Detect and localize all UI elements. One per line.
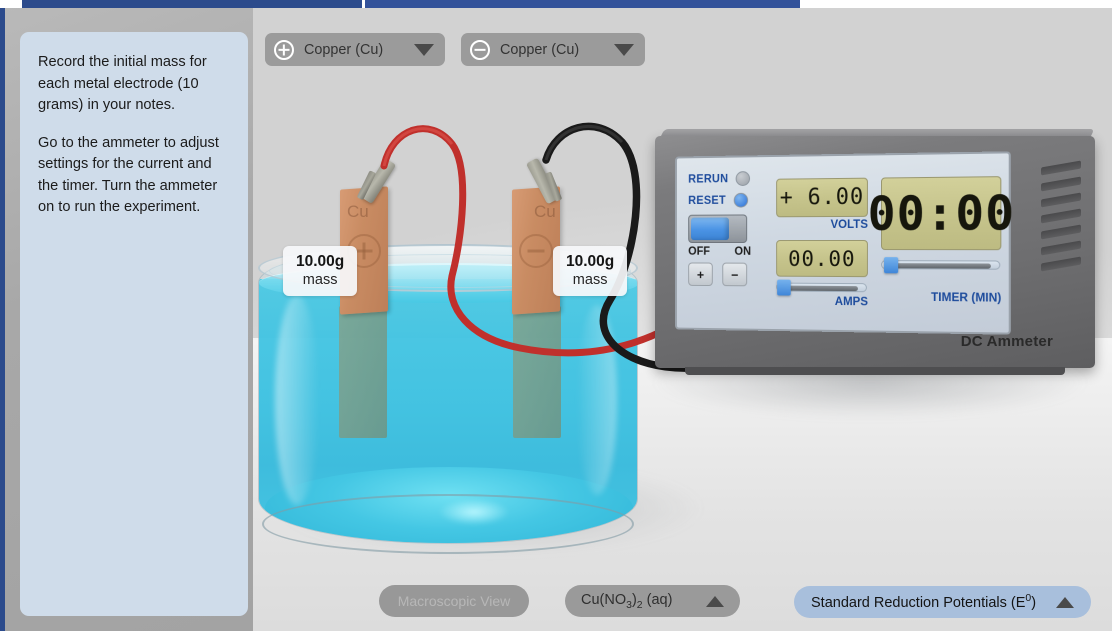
cathode-submerged-part	[513, 306, 561, 438]
cathode-electrode-selector[interactable]: Copper (Cu)	[461, 33, 645, 66]
ammeter-vents	[1041, 160, 1083, 304]
reset-control[interactable]: RESET	[688, 192, 764, 208]
power-toggle-switch[interactable]	[688, 214, 748, 243]
power-toggle-labels: OFF ON	[688, 246, 751, 258]
timer-slider-knob[interactable]	[884, 257, 899, 274]
chevron-up-icon	[706, 595, 724, 607]
simulation-stage: Record the initial mass for each metal e…	[0, 8, 1112, 631]
ammeter-terminals: + −	[688, 262, 764, 287]
on-label: ON	[734, 245, 752, 258]
chevron-down-icon	[414, 43, 434, 56]
macroscopic-view-button[interactable]: Macroscopic View	[379, 585, 529, 617]
vent-slot	[1041, 208, 1081, 224]
amps-display: 00.00	[776, 239, 868, 278]
power-toggle-knob[interactable]	[691, 217, 729, 241]
dc-ammeter: RERUN RESET OFF ON + − + 6.00 VOLTS 00.0…	[655, 129, 1095, 375]
anode-mass-unit: mass	[302, 272, 338, 288]
solution-label: Cu(NO3)2 (aq)	[581, 591, 673, 611]
cathode-mass-readout: 10.00g mass	[553, 246, 628, 296]
off-label: OFF	[688, 245, 710, 258]
vent-slot	[1041, 176, 1081, 192]
anode-electrode-selector[interactable]: Copper (Cu)	[265, 33, 445, 66]
rerun-label: RERUN	[688, 172, 729, 186]
solution-selector-button[interactable]: Cu(NO3)2 (aq)	[565, 585, 740, 617]
reset-button[interactable]	[733, 192, 748, 208]
timer-slider[interactable]	[881, 257, 1001, 274]
chevron-down-icon	[614, 43, 634, 56]
cathode-selector-label: Copper (Cu)	[500, 41, 580, 58]
ammeter-device-label: DC Ammeter	[960, 333, 1053, 350]
browser-tab-active[interactable]	[22, 0, 362, 8]
reset-label: RESET	[688, 194, 726, 207]
amps-slider-knob[interactable]	[777, 279, 791, 296]
left-accent-rail	[0, 8, 5, 631]
instruction-paragraph-2: Go to the ammeter to adjust settings for…	[38, 134, 219, 216]
amps-label: AMPS	[834, 295, 868, 309]
cathode-material-symbol: Cu	[534, 202, 556, 221]
positive-terminal[interactable]: +	[688, 262, 713, 287]
rerun-control[interactable]: RERUN	[688, 171, 764, 187]
vent-slot	[1041, 256, 1081, 272]
rerun-button[interactable]	[736, 171, 751, 187]
browser-tab-secondary[interactable]	[365, 0, 800, 8]
plus-circle-icon	[274, 39, 294, 60]
browser-tab-strip	[0, 0, 1112, 8]
timer-slider-rod	[890, 263, 991, 269]
chevron-up-icon	[1056, 596, 1074, 608]
volts-label: VOLTS	[830, 218, 868, 232]
beaker-highlight-right	[577, 305, 617, 495]
minus-circle-icon	[470, 39, 490, 60]
instruction-paragraph-1: Record the initial mass for each metal e…	[38, 54, 207, 113]
timer-label: TIMER (MIN)	[931, 291, 1002, 305]
ammeter-control-column: RERUN RESET OFF ON + −	[688, 171, 764, 287]
beaker-base	[262, 494, 634, 554]
cathode-charge-icon	[519, 234, 553, 268]
ammeter-front-panel: RERUN RESET OFF ON + − + 6.00 VOLTS 00.0…	[675, 151, 1015, 335]
macroscopic-view-label: Macroscopic View	[397, 593, 511, 609]
anode-submerged-part	[339, 306, 387, 438]
timer-display: 00:00	[868, 176, 1015, 251]
amps-slider[interactable]	[776, 279, 867, 296]
vent-slot	[1041, 192, 1081, 208]
cathode-mass-unit: mass	[572, 272, 608, 288]
ammeter-foot	[685, 367, 1065, 375]
anode-material-symbol: Cu	[347, 202, 369, 221]
srp-label: Standard Reduction Potentials (E0)	[811, 593, 1037, 611]
anode-mass-value: 10.00g	[296, 253, 345, 270]
anode-selector-label: Copper (Cu)	[304, 41, 384, 58]
negative-terminal[interactable]: −	[722, 262, 748, 287]
volts-display: + 6.00	[776, 177, 868, 218]
amps-slider-rod	[784, 285, 858, 292]
instruction-panel: Record the initial mass for each metal e…	[20, 32, 248, 616]
vent-slot	[1041, 224, 1081, 240]
standard-reduction-potentials-button[interactable]: Standard Reduction Potentials (E0)	[794, 586, 1091, 618]
beaker-highlight-left	[275, 295, 319, 505]
vent-slot	[1041, 240, 1081, 256]
anode-mass-readout: 10.00g mass	[283, 246, 358, 296]
cathode-mass-value: 10.00g	[566, 253, 615, 270]
